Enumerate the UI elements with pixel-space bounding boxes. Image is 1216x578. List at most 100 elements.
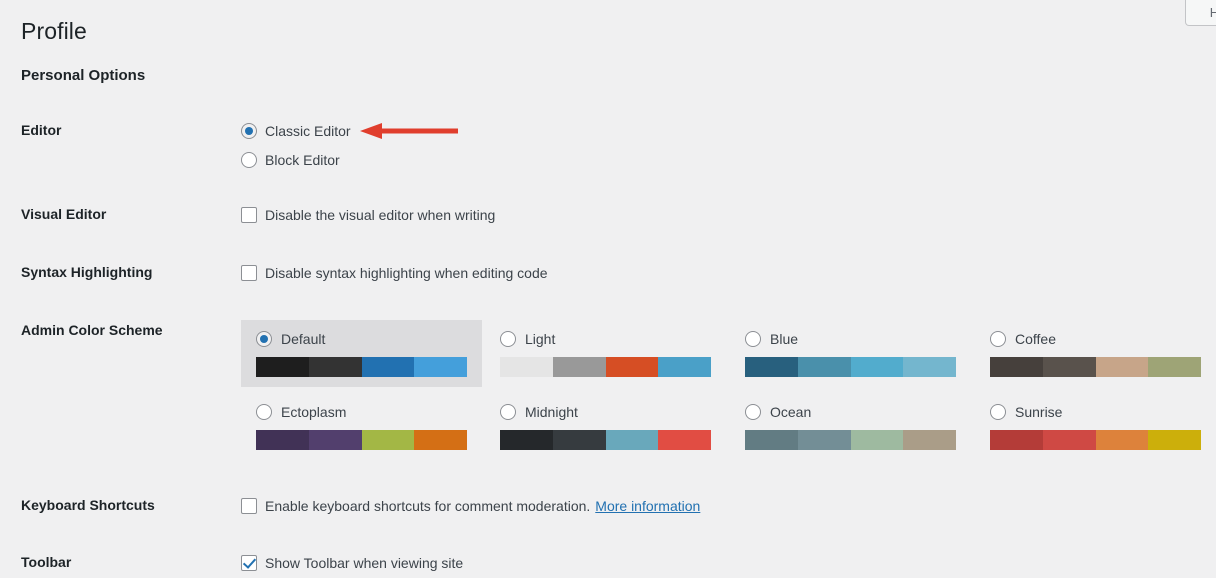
scheme-head-ectoplasm: Ectoplasm [256,402,467,422]
annotation-arrow-left-icon [360,123,458,139]
scheme-head-coffee: Coffee [990,329,1201,349]
scheme-option-default[interactable]: Default [241,320,482,387]
radio-scheme-midnight[interactable] [500,404,516,420]
swatch [990,357,1043,377]
scheme-option-blue[interactable]: Blue [730,320,971,387]
scheme-option-midnight[interactable]: Midnight [485,393,726,460]
scheme-head-blue: Blue [745,329,956,349]
checkbox-option-disable-visual-editor[interactable]: Disable the visual editor when writing [241,204,495,226]
radio-scheme-sunrise[interactable] [990,404,1006,420]
visual-editor-field: Disable the visual editor when writing [241,204,495,233]
row-label-admin-color-scheme: Admin Color Scheme [21,322,163,338]
scheme-head-sunrise: Sunrise [990,402,1201,422]
toolbar-field: Show Toolbar when viewing site [241,552,463,578]
checkbox-option-show-toolbar[interactable]: Show Toolbar when viewing site [241,552,463,574]
swatch [500,430,553,450]
swatch [1042,430,1096,450]
palette-default [256,357,467,377]
profile-settings-page: He Profile Personal Options Editor Class… [0,0,1216,578]
checkbox-label-keyboard-shortcuts: Enable keyboard shortcuts for comment mo… [265,498,591,514]
swatch [552,357,606,377]
row-label-keyboard-shortcuts: Keyboard Shortcuts [21,497,155,513]
admin-color-scheme-grid: Default Light Blue Coffee Ectoplasm Midn… [241,320,1216,466]
radio-label-block-editor: Block Editor [265,152,340,168]
section-heading-personal-options: Personal Options [21,67,146,84]
swatch [797,430,851,450]
swatch [850,357,904,377]
scheme-name-ocean: Ocean [770,404,812,420]
radio-block-editor[interactable] [241,152,257,168]
swatch [658,430,711,450]
swatch [850,430,904,450]
checkbox-disable-visual-editor[interactable] [241,207,257,223]
swatch [903,430,956,450]
radio-option-block-editor[interactable]: Block Editor [241,149,351,171]
scheme-name-sunrise: Sunrise [1015,404,1063,420]
swatch [745,357,798,377]
page-title: Profile [21,18,87,44]
editor-radio-group: Classic Editor Block Editor [241,120,351,178]
checkbox-disable-syntax-highlighting[interactable] [241,265,257,281]
checkbox-option-disable-syntax-highlighting[interactable]: Disable syntax highlighting when editing… [241,262,548,284]
scheme-head-light: Light [500,329,711,349]
checkbox-keyboard-shortcuts[interactable] [241,498,257,514]
scheme-option-light[interactable]: Light [485,320,726,387]
scheme-name-default: Default [281,331,326,347]
help-tab-label: He [1209,5,1216,20]
swatch [1148,357,1201,377]
scheme-name-blue: Blue [770,331,799,347]
more-information-link[interactable]: More information [595,498,700,514]
radio-scheme-coffee[interactable] [990,331,1006,347]
radio-scheme-ectoplasm[interactable] [256,404,272,420]
swatch [552,430,606,450]
radio-option-classic-editor[interactable]: Classic Editor [241,120,351,142]
swatch [256,357,309,377]
scheme-name-ectoplasm: Ectoplasm [281,404,347,420]
keyboard-shortcuts-field: Enable keyboard shortcuts for comment mo… [241,495,700,524]
palette-ectoplasm [256,430,467,450]
palette-midnight [500,430,711,450]
swatch [414,430,467,450]
scheme-head-midnight: Midnight [500,402,711,422]
checkbox-label-show-toolbar: Show Toolbar when viewing site [265,555,464,571]
radio-scheme-light[interactable] [500,331,516,347]
checkbox-show-toolbar[interactable] [241,555,257,571]
scheme-option-ocean[interactable]: Ocean [730,393,971,460]
swatch [797,357,851,377]
radio-scheme-default[interactable] [256,331,272,347]
radio-label-classic-editor: Classic Editor [265,123,351,139]
scheme-option-sunrise[interactable]: Sunrise [975,393,1216,460]
scheme-name-light: Light [525,331,556,347]
scheme-option-ectoplasm[interactable]: Ectoplasm [241,393,482,460]
swatch [605,357,659,377]
swatch [414,357,467,377]
checkbox-label-disable-visual-editor: Disable the visual editor when writing [265,207,496,223]
syntax-highlighting-field: Disable syntax highlighting when editing… [241,262,548,291]
scheme-option-coffee[interactable]: Coffee [975,320,1216,387]
swatch [1095,357,1149,377]
scheme-name-coffee: Coffee [1015,331,1056,347]
palette-ocean [745,430,956,450]
radio-classic-editor[interactable] [241,123,257,139]
row-label-visual-editor: Visual Editor [21,206,107,222]
swatch [745,430,798,450]
radio-scheme-ocean[interactable] [745,404,761,420]
palette-light [500,357,711,377]
checkbox-label-disable-syntax-highlighting: Disable syntax highlighting when editing… [265,265,548,281]
row-label-toolbar: Toolbar [21,554,72,570]
swatch [990,430,1043,450]
scheme-row-1: Default Light Blue Coffee [241,320,1216,393]
palette-coffee [990,357,1201,377]
swatch [308,357,362,377]
palette-sunrise [990,430,1201,450]
checkbox-option-keyboard-shortcuts[interactable]: Enable keyboard shortcuts for comment mo… [241,495,700,517]
swatch [361,357,415,377]
swatch [256,430,309,450]
row-label-editor: Editor [21,122,62,138]
help-tab[interactable]: He [1185,0,1216,26]
radio-scheme-blue[interactable] [745,331,761,347]
scheme-head-ocean: Ocean [745,402,956,422]
swatch [903,357,956,377]
palette-blue [745,357,956,377]
swatch [308,430,362,450]
